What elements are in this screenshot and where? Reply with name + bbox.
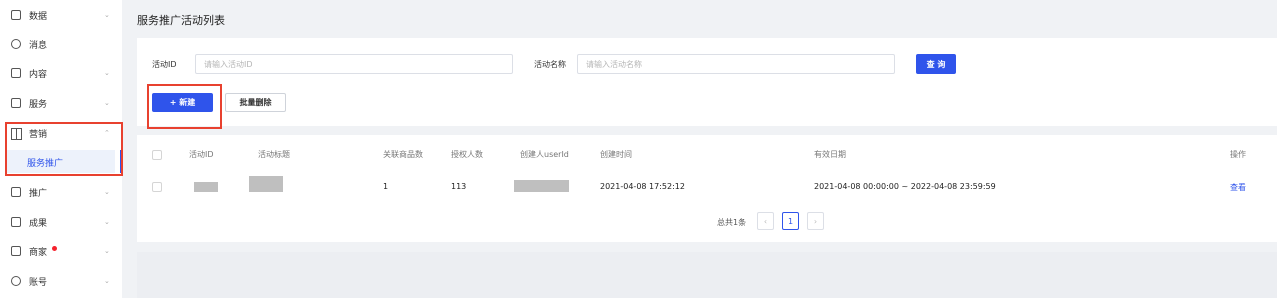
next-page-button[interactable]: › bbox=[807, 212, 824, 230]
activity-id-label: 活动ID bbox=[152, 60, 177, 69]
column-header: 操作 bbox=[1230, 150, 1246, 159]
sidebar-item-service[interactable]: 服务 ⌄ bbox=[0, 92, 122, 114]
sidebar-item-merchant[interactable]: 商家 ⌄ bbox=[0, 240, 122, 262]
chevron-down-icon: ⌄ bbox=[104, 247, 110, 255]
monitor-icon bbox=[11, 10, 21, 20]
product-count-cell: 1 bbox=[383, 182, 389, 191]
column-header: 有效日期 bbox=[814, 150, 846, 159]
column-header: 创建人userId bbox=[520, 150, 569, 159]
sidebar-item-label: 成果 bbox=[29, 218, 48, 229]
highlight-box-new-button bbox=[147, 84, 222, 129]
redacted-activity-id bbox=[194, 182, 218, 192]
calendar-icon bbox=[11, 98, 21, 108]
sidebar-item-messages[interactable]: 消息 bbox=[0, 33, 122, 55]
chevron-down-icon: ⌄ bbox=[104, 218, 110, 226]
sidebar-item-label: 消息 bbox=[29, 40, 48, 51]
column-header: 活动ID bbox=[189, 150, 214, 159]
sidebar-item-account[interactable]: 账号 ⌄ bbox=[0, 270, 122, 292]
activity-name-label: 活动名称 bbox=[534, 60, 566, 69]
notification-dot bbox=[52, 246, 57, 251]
sidebar-item-label: 账号 bbox=[29, 277, 48, 288]
column-header: 授权人数 bbox=[451, 150, 483, 159]
sidebar-item-label: 服务 bbox=[29, 99, 48, 110]
sidebar-item-promotion[interactable]: 推广 ⌄ bbox=[0, 181, 122, 203]
chevron-down-icon: ⌄ bbox=[104, 188, 110, 196]
column-header: 活动标题 bbox=[258, 150, 290, 159]
chevron-down-icon: ⌄ bbox=[104, 277, 110, 285]
column-header: 关联商品数 bbox=[383, 150, 423, 159]
sidebar-item-label: 数据 bbox=[29, 11, 48, 22]
select-all-checkbox[interactable] bbox=[152, 150, 162, 160]
document-icon bbox=[11, 217, 21, 227]
chevron-down-icon: ⌄ bbox=[104, 69, 110, 77]
prev-page-button[interactable]: ‹ bbox=[757, 212, 774, 230]
video-icon bbox=[11, 68, 21, 78]
redacted-creator-userid bbox=[514, 180, 569, 192]
created-time-cell: 2021-04-08 17:52:12 bbox=[600, 182, 685, 191]
redacted-activity-title bbox=[249, 176, 283, 192]
chevron-down-icon: ⌄ bbox=[104, 11, 110, 19]
batch-delete-button[interactable]: 批量删除 bbox=[225, 93, 286, 112]
filter-panel: 活动ID 活动名称 查 询 + 新建 批量删除 bbox=[137, 38, 1277, 126]
user-icon bbox=[11, 276, 21, 286]
store-icon bbox=[11, 246, 21, 256]
sidebar-item-data[interactable]: 数据 ⌄ bbox=[0, 4, 122, 26]
activity-name-input[interactable] bbox=[577, 54, 895, 74]
sidebar-item-content[interactable]: 内容 ⌄ bbox=[0, 62, 122, 84]
pagination-total: 总共1条 bbox=[717, 218, 747, 227]
sidebar-item-label: 推广 bbox=[29, 188, 48, 199]
highlight-box-marketing bbox=[5, 122, 123, 176]
content-background bbox=[137, 252, 1277, 298]
message-icon bbox=[11, 39, 21, 49]
activity-table: 活动ID 活动标题 关联商品数 授权人数 创建人userId 创建时间 有效日期… bbox=[137, 135, 1277, 242]
valid-period-cell: 2021-04-08 00:00:00 ~ 2022-04-08 23:59:5… bbox=[814, 182, 996, 191]
search-button[interactable]: 查 询 bbox=[916, 54, 956, 74]
authorized-count-cell: 113 bbox=[451, 182, 467, 191]
page-button-1[interactable]: 1 bbox=[782, 212, 799, 230]
sidebar-item-label: 商家 bbox=[29, 247, 48, 258]
page-title: 服务推广活动列表 bbox=[137, 14, 225, 27]
column-header: 创建时间 bbox=[600, 150, 632, 159]
chevron-down-icon: ⌄ bbox=[104, 99, 110, 107]
activity-id-input[interactable] bbox=[195, 54, 513, 74]
row-checkbox[interactable] bbox=[152, 182, 162, 192]
view-link[interactable]: 查看 bbox=[1230, 182, 1246, 193]
sidebar-item-results[interactable]: 成果 ⌄ bbox=[0, 211, 122, 233]
sidebar-item-label: 内容 bbox=[29, 69, 48, 80]
promotion-icon bbox=[11, 187, 21, 197]
